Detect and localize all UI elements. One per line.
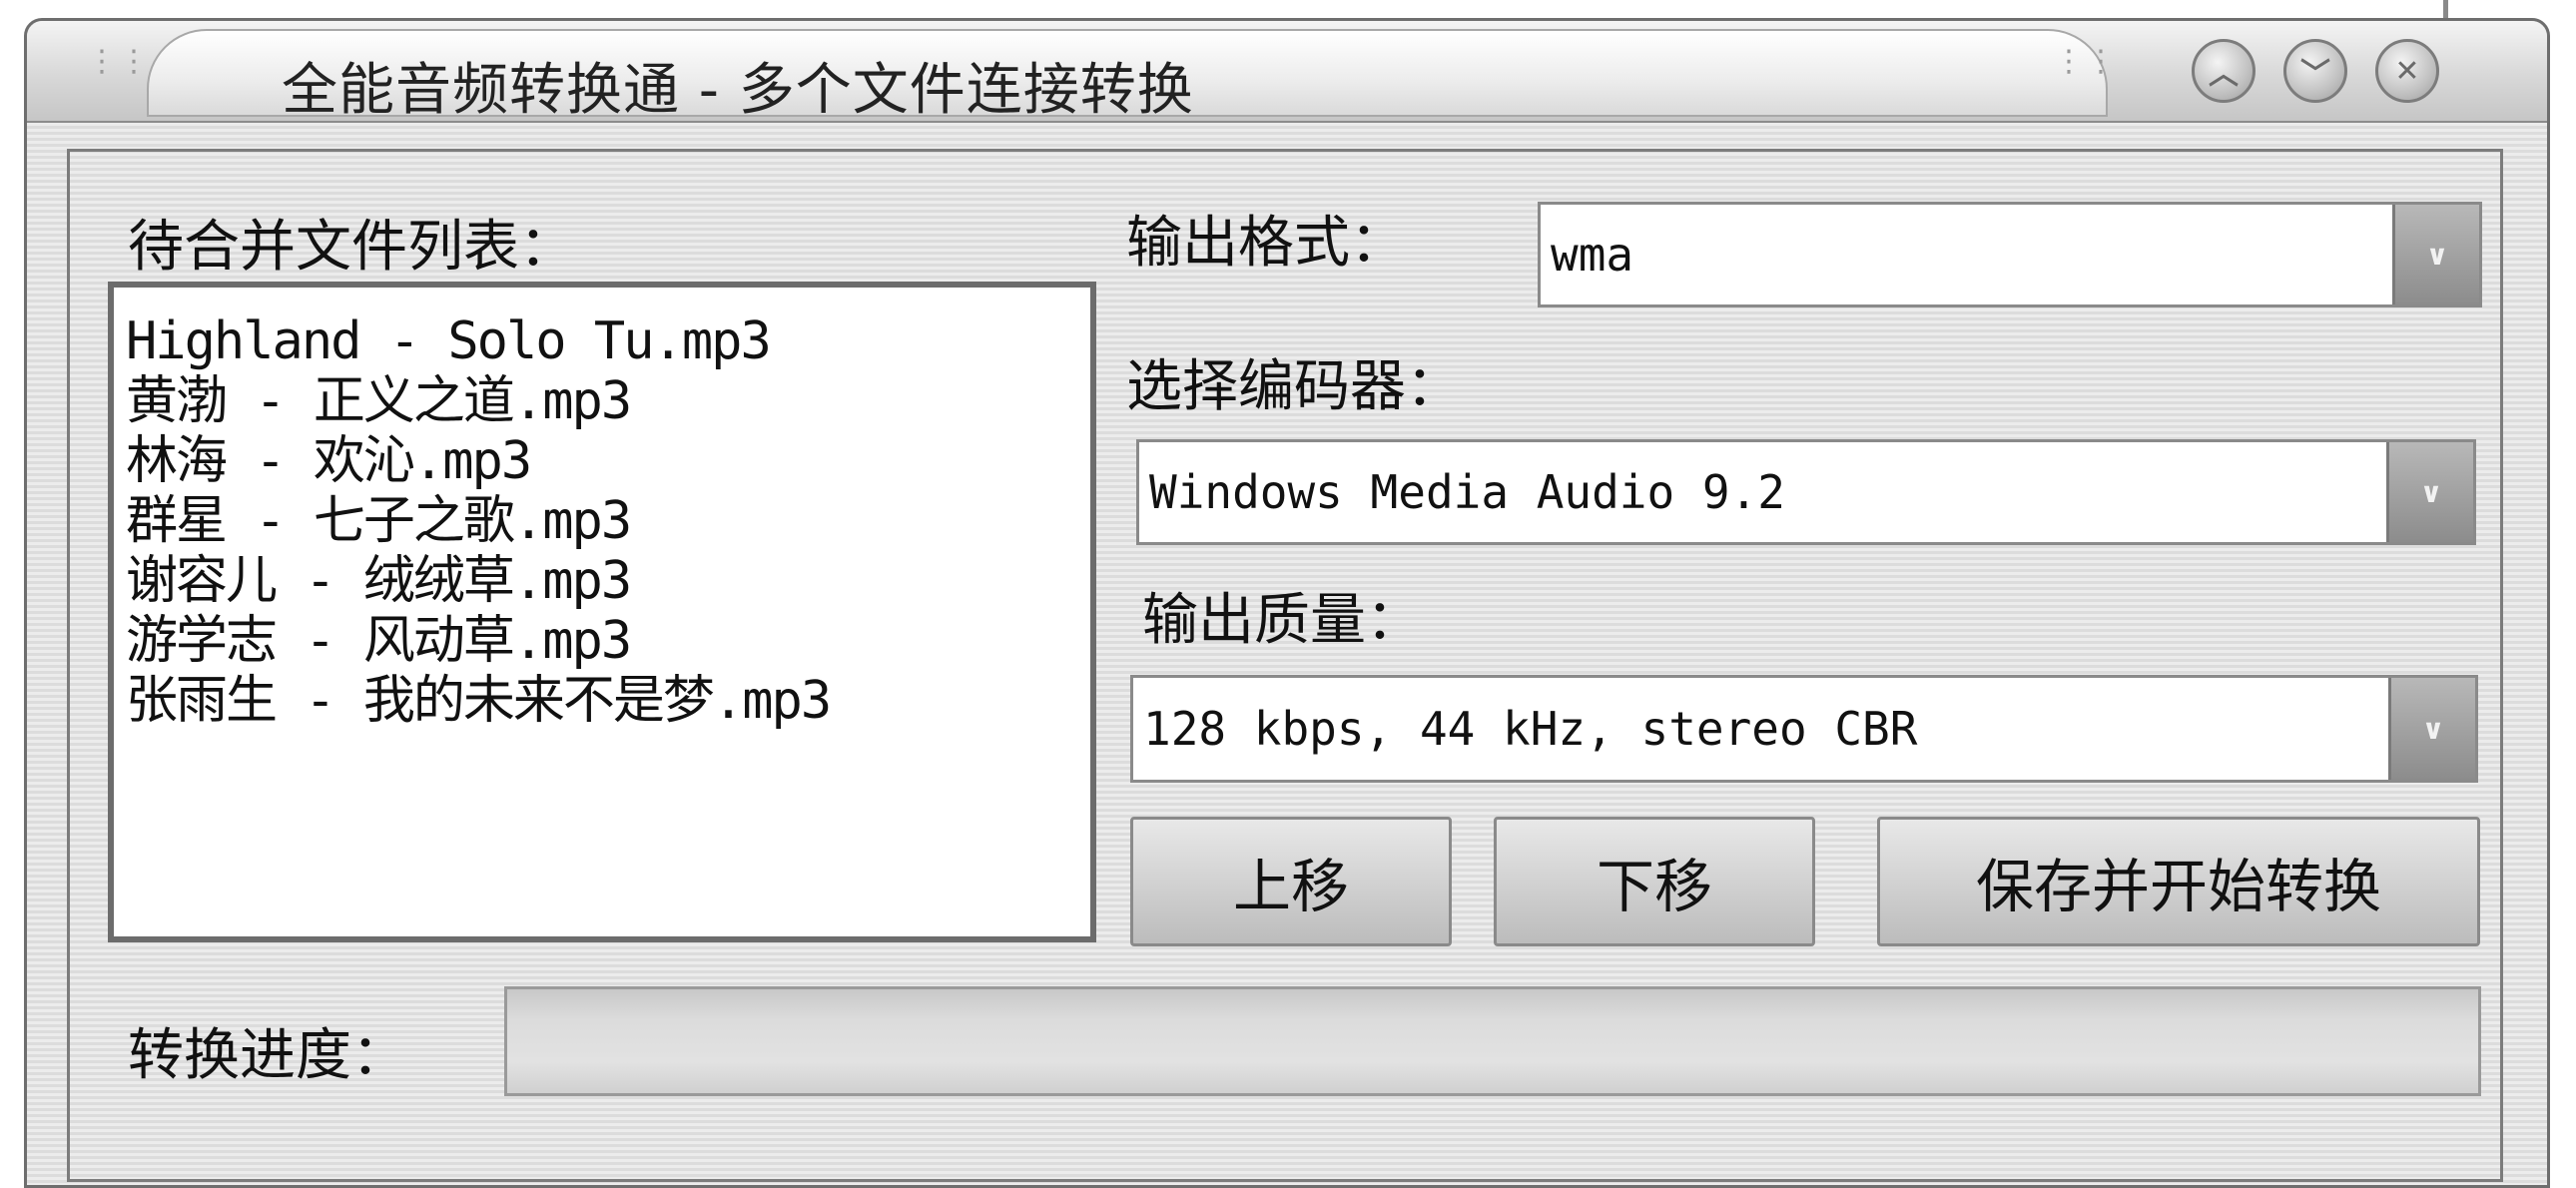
title-bar[interactable]: ⋮⋮ ⋮⋮ 全能音频转换通 - 多个文件连接转换 ︿ ﹀ ✕ [27, 21, 2547, 123]
move-up-button[interactable]: 上移 [1130, 817, 1452, 946]
list-item[interactable]: 林海 - 欢沁.mp3 [126, 431, 1090, 491]
title-grip-left-icon: ⋮⋮ [87, 44, 151, 79]
list-item[interactable]: 群星 - 七子之歌.mp3 [126, 491, 1090, 551]
save-and-convert-button[interactable]: 保存并开始转换 [1877, 817, 2480, 946]
circle-up-chevron-icon: ︿ [2209, 57, 2239, 92]
conversion-progress-bar [504, 986, 2481, 1096]
list-item[interactable]: 黄渤 - 正义之道.mp3 [126, 371, 1090, 431]
chevron-down-icon: ∨ [2419, 475, 2443, 509]
circle-down-chevron-icon: ﹀ [2300, 57, 2330, 92]
quality-select[interactable]: 128 kbps, 44 kHz, stereo CBR ∨ [1130, 675, 2478, 783]
merge-file-list[interactable]: Highland - Solo Tu.mp3 黄渤 - 正义之道.mp3 林海 … [108, 282, 1096, 942]
list-item[interactable]: 张雨生 - 我的未来不是梦.mp3 [126, 671, 1090, 731]
quality-label: 输出质量： [1142, 588, 1422, 653]
output-format-label: 输出格式： [1126, 211, 1406, 276]
output-format-dropdown-button[interactable]: ∨ [2392, 205, 2479, 304]
encoder-select[interactable]: Windows Media Audio 9.2 ∨ [1136, 439, 2476, 545]
chevron-down-icon: ∨ [2421, 712, 2445, 746]
maximize-button[interactable]: ﹀ [2283, 39, 2347, 103]
output-format-select[interactable]: wma ∨ [1538, 202, 2482, 307]
title-grip-right-icon: ⋮⋮ [2054, 44, 2118, 79]
encoder-dropdown-button[interactable]: ∨ [2386, 442, 2473, 542]
close-icon: ✕ [2394, 53, 2420, 89]
minimize-button[interactable]: ︿ [2192, 39, 2255, 103]
quality-value: 128 kbps, 44 kHz, stereo CBR [1143, 702, 1918, 756]
list-item[interactable]: Highland - Solo Tu.mp3 [126, 311, 1090, 371]
output-format-value: wma [1551, 228, 1634, 282]
encoder-value: Windows Media Audio 9.2 [1149, 465, 1785, 519]
move-down-button[interactable]: 下移 [1494, 817, 1815, 946]
list-item[interactable]: 游学志 - 风动草.mp3 [126, 611, 1090, 671]
close-button[interactable]: ✕ [2375, 39, 2439, 103]
encoder-label: 选择编码器： [1126, 354, 1462, 419]
list-item[interactable]: 谢容儿 - 绒绒草.mp3 [126, 551, 1090, 611]
quality-dropdown-button[interactable]: ∨ [2388, 678, 2475, 780]
merge-list-label: 待合并文件列表： [128, 215, 575, 280]
window-title: 全能音频转换通 - 多个文件连接转换 [282, 58, 1194, 123]
chevron-down-icon: ∨ [2425, 238, 2449, 272]
progress-label: 转换进度： [128, 1023, 407, 1088]
